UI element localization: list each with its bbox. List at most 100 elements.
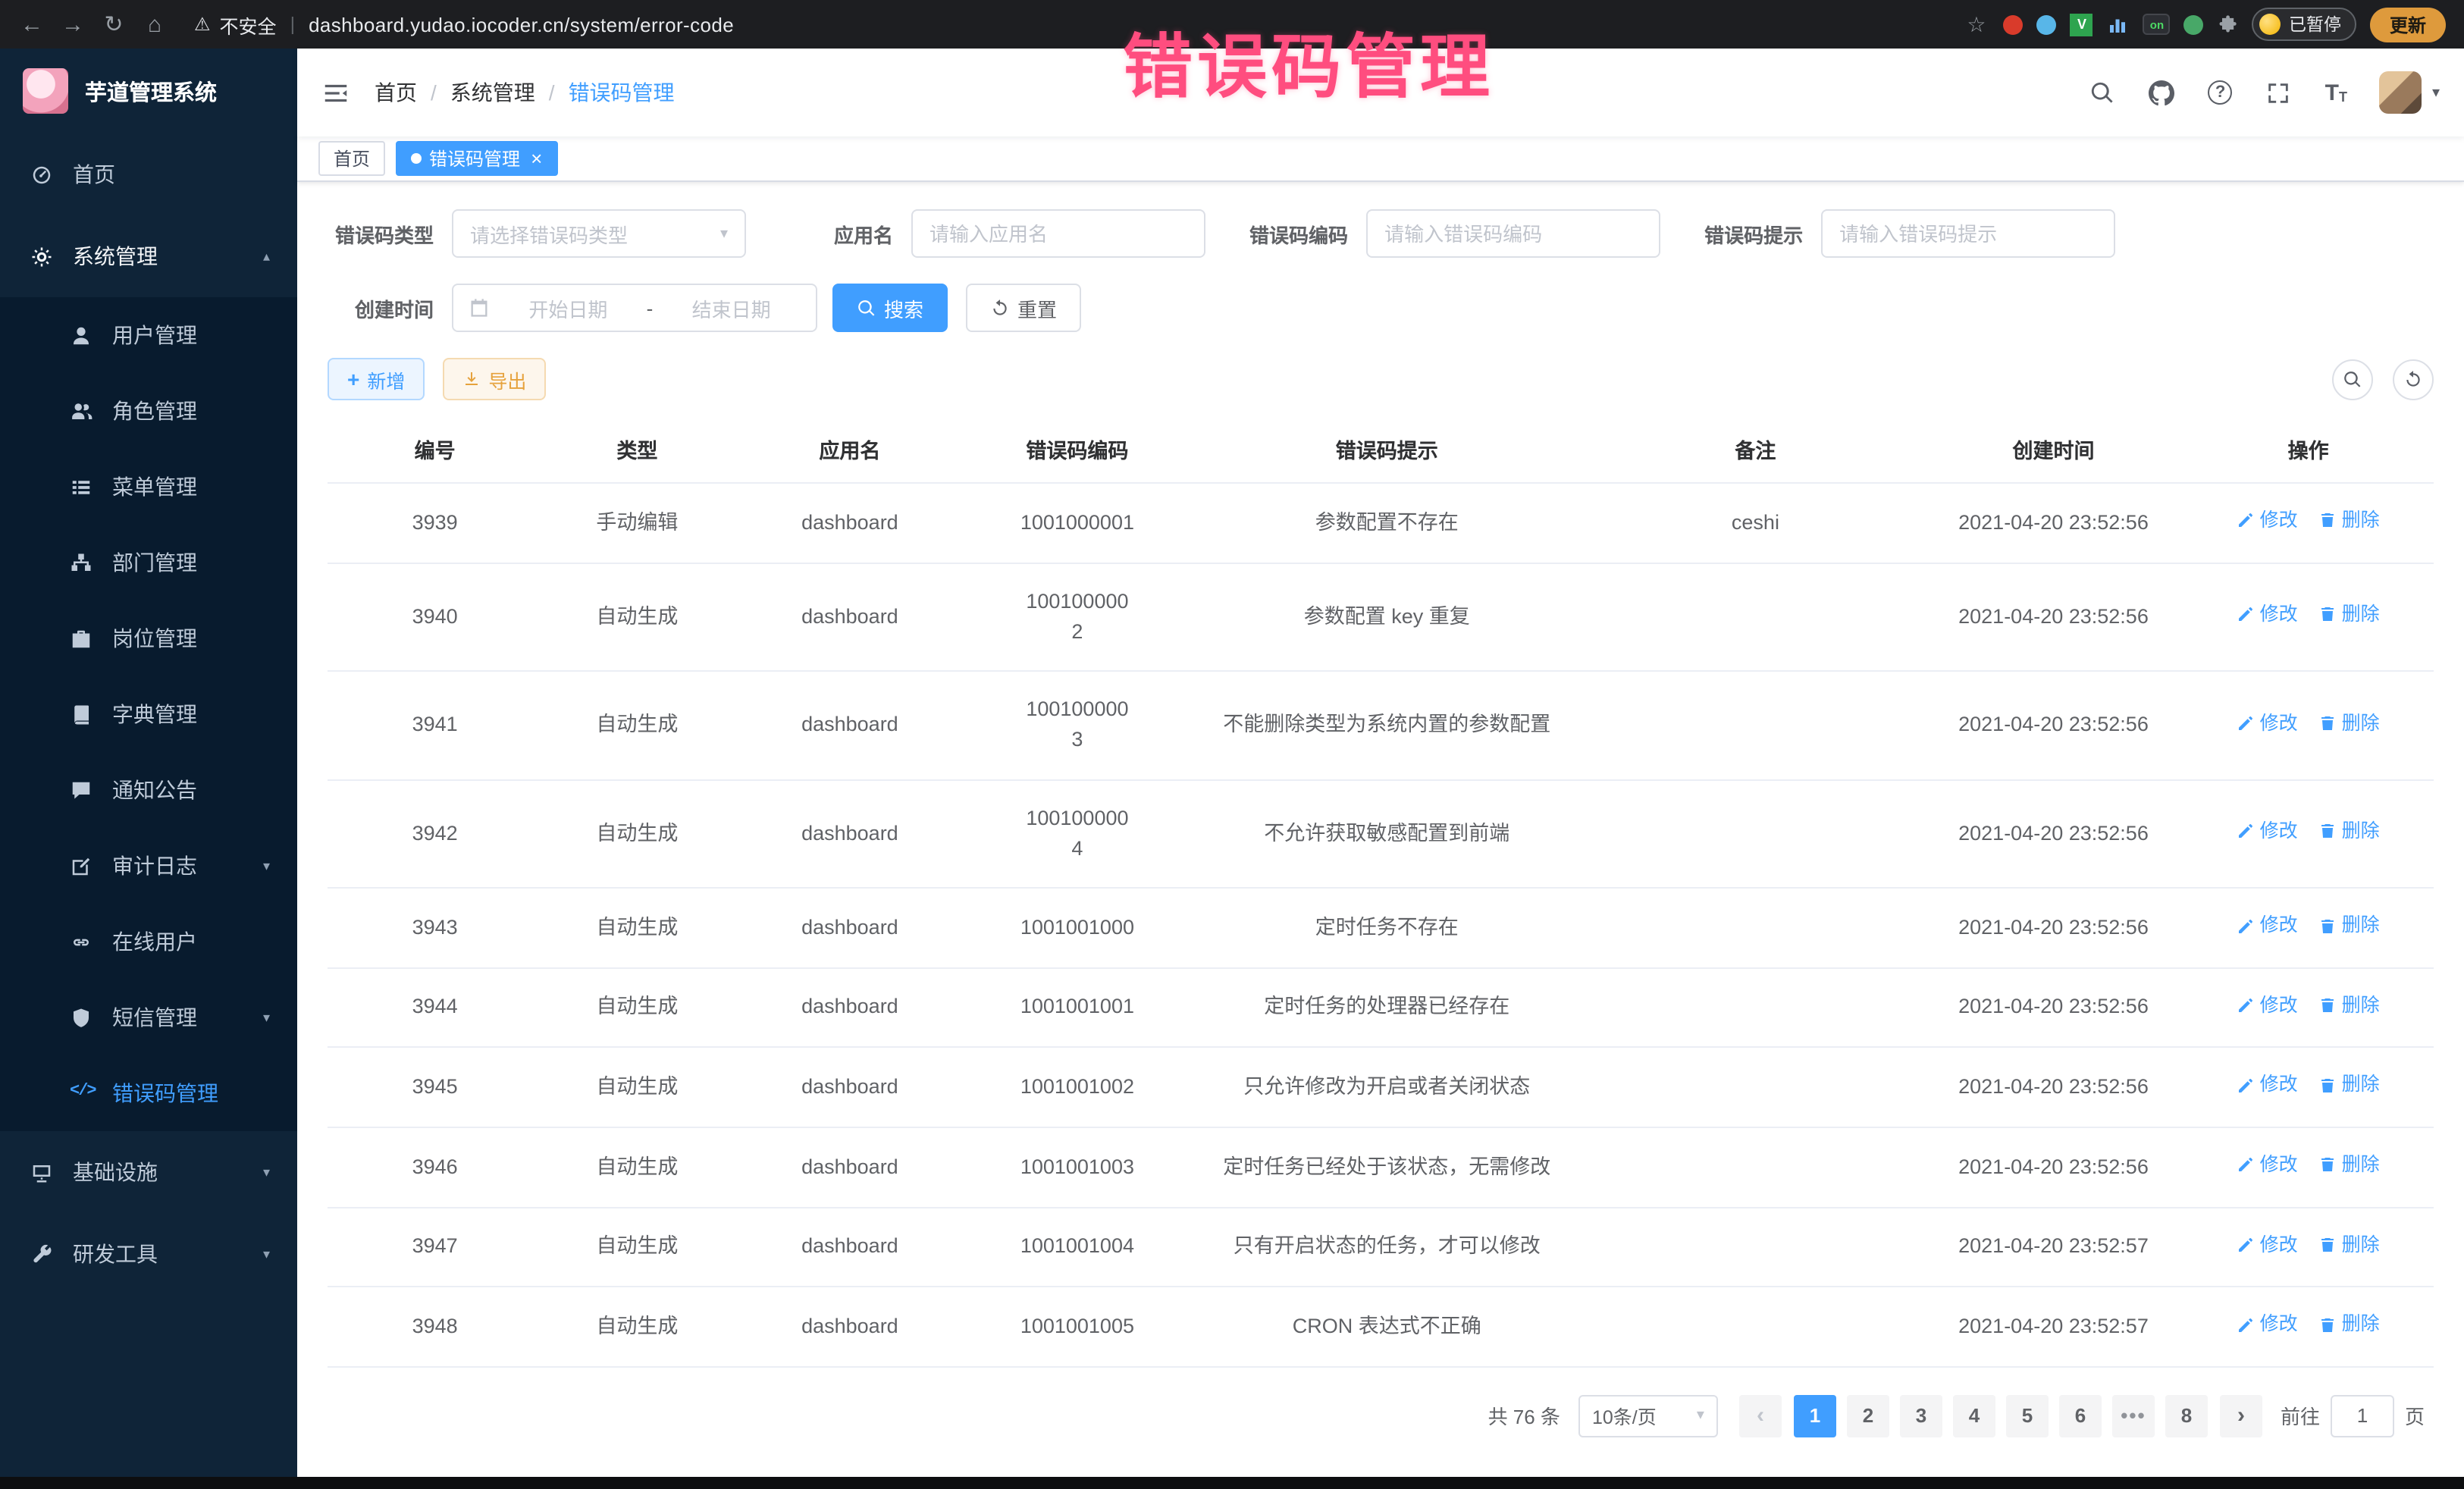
- toggle-search-button[interactable]: [2332, 359, 2373, 400]
- tab-首页[interactable]: 首页: [318, 141, 385, 176]
- sidebar-item-在线用户[interactable]: 在线用户: [0, 904, 297, 980]
- delete-link[interactable]: 删除: [2319, 600, 2380, 629]
- app-name-input[interactable]: [911, 209, 1205, 258]
- sidebar-item-部门管理[interactable]: 部门管理: [0, 525, 297, 600]
- sidebar-item-字典管理[interactable]: 字典管理: [0, 676, 297, 752]
- extensions-puzzle-icon[interactable]: [2218, 14, 2239, 35]
- delete-link[interactable]: 删除: [2319, 506, 2380, 535]
- error-code-input[interactable]: [1366, 209, 1660, 258]
- tab-错误码管理[interactable]: 错误码管理×: [396, 141, 557, 176]
- prev-page-button[interactable]: ‹: [1739, 1395, 1782, 1437]
- page-button-3[interactable]: 3: [1900, 1395, 1942, 1437]
- next-page-button[interactable]: ›: [2220, 1395, 2262, 1437]
- font-size-icon[interactable]: TT: [2309, 81, 2364, 104]
- sidebar-item-系统管理[interactable]: 系统管理▴: [0, 215, 297, 297]
- cell-hint: 参数配置 key 重复: [1187, 563, 1587, 671]
- delete-link[interactable]: 删除: [2319, 817, 2380, 846]
- breadcrumb-item[interactable]: 系统管理: [450, 77, 535, 108]
- extension-icon[interactable]: V: [2071, 13, 2093, 36]
- column-header-错误码提示: 错误码提示: [1187, 415, 1587, 483]
- edit-link[interactable]: 修改: [2237, 1311, 2298, 1340]
- delete-link[interactable]: 删除: [2319, 1071, 2380, 1100]
- update-button[interactable]: 更新: [2370, 7, 2446, 42]
- page-unit-label: 页: [2405, 1402, 2425, 1431]
- sidebar-item-用户管理[interactable]: 用户管理: [0, 297, 297, 373]
- page-button-5[interactable]: 5: [2006, 1395, 2049, 1437]
- chevron-down-icon[interactable]: ▾: [2432, 84, 2440, 101]
- breadcrumb-item[interactable]: 首页: [375, 77, 417, 108]
- extension-icon[interactable]: [2037, 14, 2057, 34]
- goto-page-input[interactable]: [2331, 1395, 2394, 1437]
- hamburger-icon[interactable]: [297, 78, 375, 107]
- page-button-6[interactable]: 6: [2059, 1395, 2102, 1437]
- page-button-4[interactable]: 4: [1953, 1395, 1995, 1437]
- edit-link[interactable]: 修改: [2237, 1230, 2298, 1259]
- error-hint-input[interactable]: [1821, 209, 2115, 258]
- sidebar-item-菜单管理[interactable]: 菜单管理: [0, 449, 297, 525]
- back-icon[interactable]: ←: [18, 11, 45, 37]
- reset-button[interactable]: 重置: [966, 284, 1081, 332]
- extension-icon[interactable]: [2107, 13, 2130, 36]
- edit-link[interactable]: 修改: [2237, 817, 2298, 846]
- delete-link[interactable]: 删除: [2319, 1311, 2380, 1340]
- sidebar-item-短信管理[interactable]: 短信管理▾: [0, 980, 297, 1055]
- close-icon[interactable]: ×: [531, 149, 542, 168]
- edit-link[interactable]: 修改: [2237, 600, 2298, 629]
- table-row: 3943自动生成dashboard1001001000定时任务不存在2021-0…: [328, 888, 2434, 967]
- delete-link[interactable]: 删除: [2319, 709, 2380, 738]
- add-button[interactable]: + 新增: [328, 358, 425, 400]
- bookmark-star-icon[interactable]: ☆: [1963, 11, 1990, 37]
- github-icon[interactable]: [2133, 80, 2192, 105]
- search-button[interactable]: 搜索: [832, 284, 948, 332]
- sidebar-item-角色管理[interactable]: 角色管理: [0, 373, 297, 449]
- security-indicator[interactable]: ⚠ 不安全: [194, 10, 277, 39]
- sidebar-item-审计日志[interactable]: 审计日志▾: [0, 828, 297, 904]
- date-range-picker[interactable]: 开始日期 - 结束日期: [452, 284, 817, 332]
- delete-link[interactable]: 删除: [2319, 992, 2380, 1020]
- edit-icon: [2237, 1315, 2256, 1334]
- search-icon[interactable]: [2074, 80, 2133, 105]
- edit-link[interactable]: 修改: [2237, 1071, 2298, 1100]
- cell-hint: 不能删除类型为系统内置的参数配置: [1187, 671, 1587, 779]
- page-button-2[interactable]: 2: [1847, 1395, 1889, 1437]
- edit-icon: [2237, 1077, 2256, 1095]
- reload-icon[interactable]: ↻: [100, 11, 127, 38]
- sidebar-item-研发工具[interactable]: 研发工具▾: [0, 1213, 297, 1295]
- export-button[interactable]: 导出: [443, 358, 546, 400]
- forward-icon[interactable]: →: [59, 11, 86, 37]
- extension-icon[interactable]: on: [2143, 14, 2171, 35]
- delete-link[interactable]: 删除: [2319, 911, 2380, 940]
- user-avatar[interactable]: [2379, 71, 2422, 114]
- logo[interactable]: 芋道管理系统: [0, 49, 297, 133]
- edit-link[interactable]: 修改: [2237, 1151, 2298, 1180]
- help-icon[interactable]: ?: [2192, 80, 2249, 105]
- edit-link[interactable]: 修改: [2237, 911, 2298, 940]
- sidebar-item-错误码管理[interactable]: </>错误码管理: [0, 1055, 297, 1131]
- refresh-button[interactable]: [2393, 359, 2434, 400]
- tags-view: 首页错误码管理×: [297, 136, 2464, 182]
- plus-icon: +: [347, 368, 359, 390]
- chevron-down-icon: ▾: [1697, 1408, 1704, 1425]
- delete-link[interactable]: 删除: [2319, 1230, 2380, 1259]
- delete-link[interactable]: 删除: [2319, 1151, 2380, 1180]
- page-button-8[interactable]: 8: [2165, 1395, 2208, 1437]
- page-more-button[interactable]: •••: [2112, 1395, 2155, 1437]
- sidebar-item-基础设施[interactable]: 基础设施▾: [0, 1131, 297, 1213]
- error-hint-label: 错误码提示: [1704, 219, 1803, 248]
- sidebar-item-通知公告[interactable]: 通知公告: [0, 752, 297, 828]
- reset-button-label: 重置: [1017, 293, 1057, 322]
- page-button-1[interactable]: 1: [1794, 1395, 1836, 1437]
- sidebar-item-首页[interactable]: 首页: [0, 133, 297, 215]
- extension-icon[interactable]: [2184, 14, 2204, 34]
- edit-link[interactable]: 修改: [2237, 709, 2298, 738]
- fullscreen-icon[interactable]: [2249, 80, 2309, 105]
- sidebar-item-岗位管理[interactable]: 岗位管理: [0, 600, 297, 676]
- edit-link[interactable]: 修改: [2237, 506, 2298, 535]
- edit-link[interactable]: 修改: [2237, 992, 2298, 1020]
- page-size-select[interactable]: 10条/页 ▾: [1578, 1395, 1718, 1437]
- browser-home-icon[interactable]: ⌂: [141, 11, 168, 37]
- paused-badge[interactable]: 已暂停: [2252, 8, 2356, 41]
- error-type-select[interactable]: 请选择错误码类型 ▾: [452, 209, 746, 258]
- address-url[interactable]: dashboard.yudao.iocoder.cn/system/error-…: [309, 13, 734, 36]
- extension-icon[interactable]: [2004, 14, 2024, 34]
